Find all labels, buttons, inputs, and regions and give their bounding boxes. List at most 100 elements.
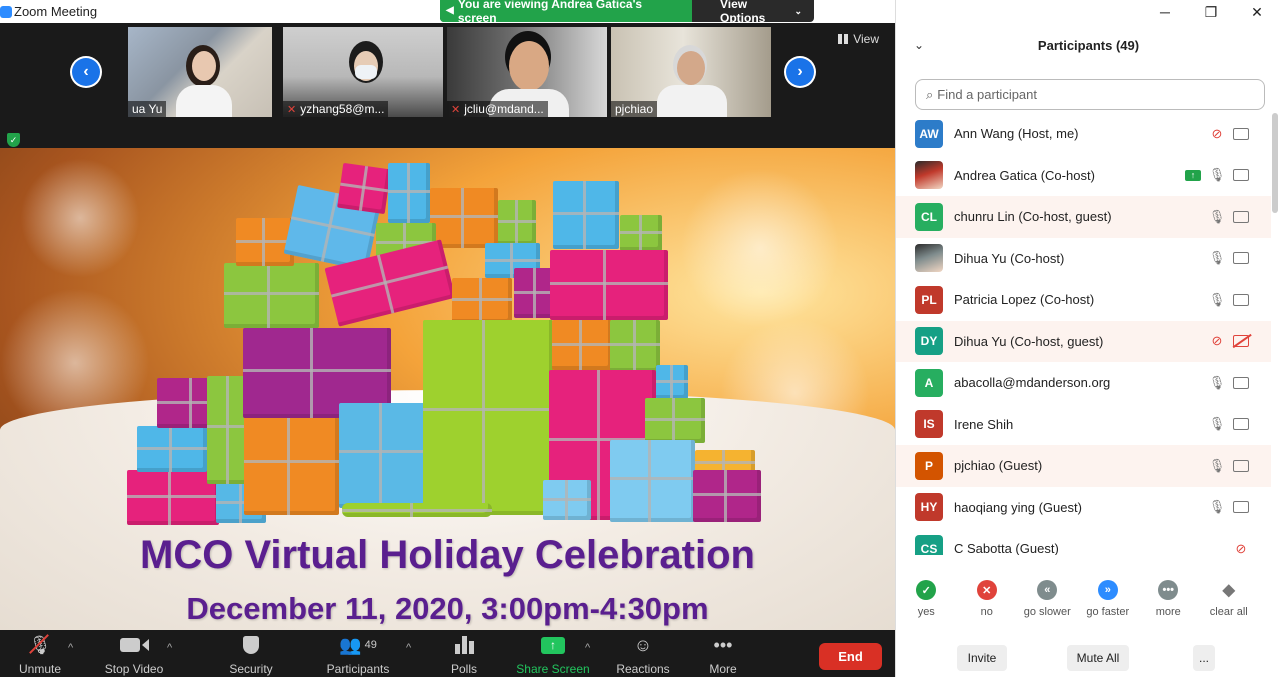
reactions-label: Reactions (616, 662, 670, 676)
feedback-yes-button[interactable]: ✓ yes (896, 580, 957, 630)
panel-footer: Invite Mute All ... (896, 645, 1280, 671)
participant-name: Irene Shih (954, 416, 1014, 432)
gift-box (553, 181, 619, 249)
feedback-icon: ••• (1158, 580, 1179, 600)
close-icon[interactable]: ✕ (1234, 0, 1280, 24)
mic-icon[interactable]: 🎙 (1209, 375, 1226, 391)
grid-view-icon (838, 34, 849, 44)
mic-icon[interactable]: 🎙 (1209, 458, 1226, 474)
participant-row[interactable]: HY haoqiang ying (Guest) 🎙 (896, 487, 1271, 529)
video-camera-icon[interactable] (1233, 376, 1249, 389)
feedback-label: no (980, 606, 993, 618)
mic-muted-icon[interactable]: ⊘ (1233, 541, 1249, 555)
mic-icon[interactable]: 🎙 (1209, 292, 1226, 308)
video-thumbnail[interactable]: ua Yu (128, 27, 272, 117)
search-input[interactable] (937, 87, 1238, 102)
participant-row[interactable]: Ppjchiao (Guest) 🎙 (896, 445, 1271, 487)
feedback-no-button[interactable]: ✕ no (957, 580, 1018, 630)
share-screen-label: Share Screen (516, 662, 590, 676)
invite-button[interactable]: Invite (957, 645, 1007, 671)
mic-icon[interactable]: 🎙 (1209, 167, 1226, 183)
participants-options-caret[interactable]: ^ (406, 642, 411, 654)
participant-row[interactable]: Andrea Gatica (Co-host) ↑ 🎙 (896, 155, 1271, 197)
mic-muted-icon[interactable]: ⊘ (1209, 333, 1225, 349)
avatar: P (915, 451, 943, 480)
security-label: Security (229, 662, 273, 676)
gift-box (610, 440, 695, 522)
video-off-icon[interactable] (1233, 335, 1249, 348)
previous-page-button[interactable]: ‹ (70, 56, 102, 88)
participant-name: Andrea Gatica (Co-host) (954, 167, 1095, 183)
mic-muted-icon[interactable]: ⊘ (1209, 126, 1225, 142)
encryption-shield-icon[interactable]: ✓ (7, 133, 20, 147)
participant-row[interactable]: CL chunru Lin (Co-host, guest) 🎙 (896, 196, 1271, 238)
video-camera-icon[interactable] (1233, 210, 1249, 223)
feedback-go-slower-button[interactable]: « go slower (1017, 580, 1078, 630)
more-button[interactable]: ••• More (703, 630, 743, 677)
participant-row[interactable]: DY Dihua Yu (Co-host, guest) ⊘ (896, 320, 1271, 362)
video-camera-icon[interactable] (1233, 127, 1249, 140)
view-button[interactable]: View (838, 32, 879, 46)
stop-video-label: Stop Video (104, 662, 164, 676)
video-thumbnail[interactable]: ✕ jcliu@mdand... (447, 27, 607, 117)
gift-box (645, 398, 705, 443)
avatar: CL (915, 202, 943, 231)
snowflake-decoration (680, 168, 840, 328)
video-camera-icon[interactable] (1233, 293, 1249, 306)
unmute-button[interactable]: 🎙 Unmute (14, 630, 66, 677)
more-options-button[interactable]: ... (1193, 645, 1215, 671)
participant-name: Patricia Lopez (Co-host) (954, 292, 1095, 308)
participant-row[interactable]: Aabacolla@mdanderson.org 🎙 (896, 362, 1271, 404)
next-page-button[interactable]: › (784, 56, 816, 88)
minimize-icon[interactable]: ─ (1142, 0, 1188, 24)
video-thumbnail[interactable]: pjchiao (611, 27, 771, 117)
chevron-down-icon[interactable]: ⌄ (914, 38, 924, 52)
video-thumbnail[interactable]: ✕ yzhang58@m... (283, 27, 443, 117)
gift-box (423, 320, 553, 515)
participant-search[interactable]: ⌕ (915, 79, 1265, 110)
shield-icon (243, 630, 259, 660)
feedback-clear-all-button[interactable]: ◆ clear all (1199, 580, 1260, 630)
video-camera-icon[interactable] (1233, 459, 1249, 472)
stop-video-button[interactable]: Stop Video (98, 630, 170, 677)
polls-button[interactable]: Polls (444, 630, 484, 677)
participants-icon: 👥 49 (339, 634, 377, 655)
avatar: PL (915, 285, 943, 314)
list-scrollbar[interactable] (1272, 113, 1278, 213)
reactions-button[interactable]: ☺ Reactions (612, 630, 674, 677)
feedback-more-button[interactable]: ••• more (1138, 580, 1199, 630)
video-camera-icon[interactable] (1233, 169, 1249, 182)
gift-box (339, 403, 427, 508)
feedback-label: go slower (1023, 606, 1071, 618)
slide-subheadline: December 11, 2020, 3:00pm-4:30pm (186, 591, 709, 626)
audio-options-caret[interactable]: ^ (68, 642, 73, 654)
mute-all-button[interactable]: Mute All (1067, 645, 1129, 671)
end-meeting-button[interactable]: End (819, 643, 882, 670)
gift-box (656, 365, 688, 399)
restore-icon[interactable]: ❐ (1188, 0, 1234, 24)
mic-icon[interactable]: 🎙 (1209, 499, 1226, 515)
video-camera-icon[interactable] (1233, 418, 1249, 431)
mic-icon[interactable]: 🎙 (1209, 209, 1226, 225)
participant-status-icons: 🎙 (1209, 238, 1249, 280)
participant-row[interactable]: AW Ann Wang (Host, me) ⊘ (896, 113, 1271, 155)
share-options-caret[interactable]: ^ (585, 642, 590, 654)
gift-box (552, 320, 612, 370)
mic-icon[interactable]: 🎙 (1209, 250, 1226, 266)
participants-button[interactable]: 👥 49 Participants (320, 630, 396, 677)
video-camera-icon[interactable] (1233, 252, 1249, 265)
window-title: Zoom Meeting (14, 4, 98, 19)
participant-row[interactable]: PL Patricia Lopez (Co-host) 🎙 (896, 279, 1271, 321)
video-options-caret[interactable]: ^ (167, 642, 172, 654)
participant-row[interactable]: IS Irene Shih 🎙 (896, 404, 1271, 446)
feedback-go-faster-button[interactable]: » go faster (1078, 580, 1139, 630)
view-options-button[interactable]: View Options ⌄ (692, 0, 814, 22)
video-camera-icon[interactable] (1233, 501, 1249, 514)
nonverbal-feedback-bar: ✓ yes ✕ no « go slower » go faster ••• more ◆ clear… (896, 580, 1280, 630)
participant-row[interactable]: CS C Sabotta (Guest) ⊘ (896, 528, 1271, 555)
mic-icon[interactable]: 🎙 (1209, 416, 1226, 432)
participant-status-icons: ↑ 🎙 (1185, 155, 1249, 197)
share-screen-button[interactable]: ↑ Share Screen (512, 630, 594, 677)
participant-row[interactable]: Dihua Yu (Co-host) 🎙 (896, 238, 1271, 280)
security-button[interactable]: Security (223, 630, 279, 677)
